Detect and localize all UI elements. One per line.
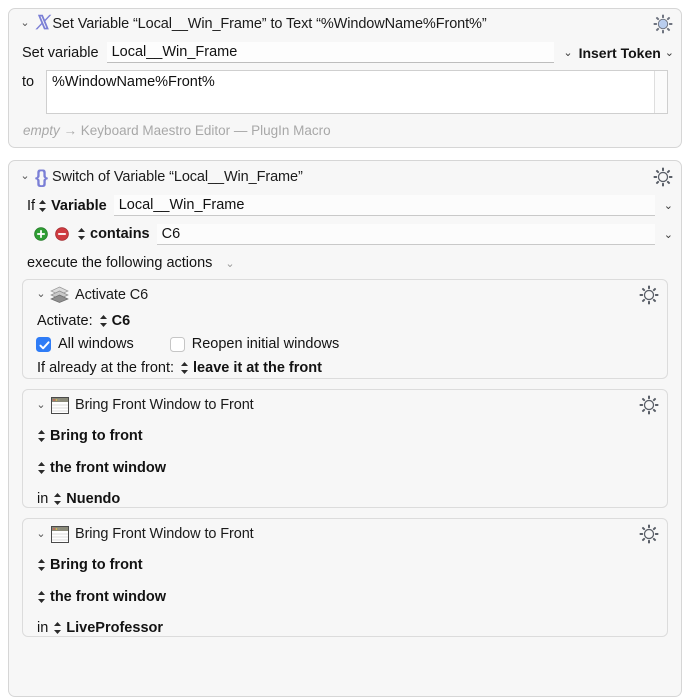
gear-icon[interactable] [639, 524, 659, 544]
activate-header[interactable]: ⌄ Activate C6 [23, 280, 667, 309]
chevron-down-icon[interactable]: ⌄ [563, 46, 572, 59]
already-front-value[interactable]: leave it at the front [193, 360, 322, 376]
bring-to-front-value[interactable]: Bring to front [50, 428, 143, 444]
status-empty-label: empty [23, 123, 60, 138]
switch-execute-row: execute the following actions ⌄ [9, 249, 681, 277]
switch-variable-input[interactable]: Local__Win_Frame [113, 195, 655, 216]
source-stepper[interactable] [38, 199, 47, 213]
remove-case-button[interactable] [55, 227, 69, 241]
execute-label: execute the following actions [27, 255, 213, 271]
variable-x-icon: 𝕏 [34, 13, 50, 34]
activate-target-stepper[interactable] [99, 314, 108, 328]
chevron-down-icon[interactable]: ⌄ [665, 46, 674, 59]
action-title: Set Variable “Local__Win_Frame” to Text … [52, 15, 487, 32]
bring-to-front-row: Bring to front [23, 420, 667, 451]
window-target-stepper[interactable] [37, 590, 46, 604]
switch-header[interactable]: ⌄ { } Switch of Variable “Local__Win_Fra… [9, 161, 681, 192]
in-label: in [37, 620, 49, 636]
activate-target-value[interactable]: C6 [112, 313, 131, 329]
window-icon [51, 396, 69, 414]
disclosure-triangle-icon[interactable]: ⌄ [17, 171, 33, 182]
all-windows-label[interactable]: All windows [58, 336, 134, 352]
gear-icon[interactable] [639, 285, 659, 305]
in-label: in [37, 491, 49, 507]
window-target-value[interactable]: the front window [50, 589, 166, 605]
already-front-row: If already at the front: leave it at the… [23, 356, 667, 380]
already-front-label: If already at the front: [37, 360, 175, 376]
disclosure-triangle-icon[interactable]: ⌄ [33, 289, 49, 300]
set-variable-header[interactable]: ⌄ 𝕏 Set Variable “Local__Win_Frame” to T… [9, 9, 681, 38]
if-label: If [27, 197, 36, 214]
set-variable-label: Set variable [22, 44, 99, 61]
bring-to-front-stepper[interactable] [37, 558, 46, 572]
gear-icon[interactable] [653, 167, 673, 187]
status-target: Keyboard Maestro Editor — PlugIn Macro [80, 123, 331, 138]
window-target-row: the front window [23, 451, 667, 484]
add-case-button[interactable] [34, 227, 48, 241]
all-windows-checkbox[interactable] [36, 336, 51, 352]
window-target-value[interactable]: the front window [50, 460, 166, 476]
set-variable-row: Set variable Local__Win_Frame ⌄ Insert T… [9, 38, 681, 67]
window-target-row: the front window [23, 580, 667, 613]
chevron-down-icon[interactable]: ⌄ [225, 257, 234, 270]
disclosure-triangle-icon[interactable]: ⌄ [17, 18, 33, 29]
action-title: Bring Front Window to Front [75, 397, 254, 413]
window-icon [51, 525, 69, 543]
application-stepper[interactable] [53, 492, 62, 506]
clipped-previous-action [0, 0, 690, 1]
operator-stepper[interactable] [77, 227, 86, 241]
bring-front-header[interactable]: ⌄ Bring Front Window to Front [23, 390, 667, 420]
activate-label: Activate: [37, 312, 93, 329]
action-set-variable[interactable]: ⌄ 𝕏 Set Variable “Local__Win_Frame” to T… [8, 8, 682, 148]
activate-target-row: Activate: C6 [23, 309, 667, 332]
source-type-label[interactable]: Variable [51, 198, 107, 214]
variable-name-input[interactable]: Local__Win_Frame [106, 42, 555, 63]
application-stepper[interactable] [53, 621, 62, 635]
application-row: in Nuendo [23, 484, 667, 514]
action-title: Switch of Variable “Local__Win_Frame” [52, 168, 303, 185]
action-bring-front-window-nuendo[interactable]: ⌄ Bring Front Window to Front Bring to f… [22, 389, 668, 508]
action-title: Activate C6 [75, 286, 149, 303]
disclosure-triangle-icon[interactable]: ⌄ [33, 528, 49, 540]
bring-to-front-stepper[interactable] [37, 429, 46, 443]
activate-options-row: All windows Reopen initial windows [23, 332, 667, 356]
macro-action-list: ⌄ 𝕏 Set Variable “Local__Win_Frame” to T… [0, 0, 690, 697]
already-front-stepper[interactable] [180, 361, 189, 375]
insert-token-button[interactable]: Insert Token [579, 45, 661, 61]
bring-to-front-row: Bring to front [23, 549, 667, 580]
disclosure-triangle-icon[interactable]: ⌄ [33, 399, 49, 411]
reopen-initial-windows-label[interactable]: Reopen initial windows [192, 336, 340, 352]
status-arrow-icon: → [63, 123, 78, 138]
application-row: in LiveProfessor [23, 613, 667, 643]
gear-icon[interactable] [639, 395, 659, 415]
to-value-textarea[interactable]: %WindowName%Front% [46, 70, 668, 114]
action-status-line: empty → Keyboard Maestro Editor — PlugIn… [9, 123, 681, 138]
activate-app-icon [50, 286, 69, 303]
action-bring-front-window-liveprofessor[interactable]: ⌄ Bring Front Window to Front Bring to f… [22, 518, 668, 637]
action-title: Bring Front Window to Front [75, 526, 254, 542]
chevron-down-icon[interactable]: ⌄ [664, 228, 673, 241]
bring-front-header[interactable]: ⌄ Bring Front Window to Front [23, 519, 667, 549]
operator-label[interactable]: contains [90, 226, 150, 242]
to-value-text[interactable]: %WindowName%Front% [47, 71, 654, 113]
action-activate-app[interactable]: ⌄ Activate C6 Activate: C6 All windows R… [22, 279, 668, 379]
window-target-stepper[interactable] [37, 461, 46, 475]
switch-condition-row: contains C6 ⌄ [9, 219, 681, 249]
condition-value-input[interactable]: C6 [156, 223, 655, 245]
application-value[interactable]: Nuendo [66, 491, 120, 507]
switch-if-row: If Variable Local__Win_Frame ⌄ [9, 192, 681, 219]
braces-icon: { } [35, 166, 48, 187]
gear-icon[interactable] [653, 14, 673, 34]
application-value[interactable]: LiveProfessor [66, 620, 163, 636]
reopen-initial-windows-checkbox[interactable] [169, 336, 185, 352]
chevron-down-icon[interactable]: ⌄ [664, 199, 673, 212]
bring-to-front-value[interactable]: Bring to front [50, 557, 143, 573]
to-value-row: to %WindowName%Front% [9, 70, 681, 114]
action-switch-of-variable[interactable]: ⌄ { } Switch of Variable “Local__Win_Fra… [8, 160, 682, 697]
textarea-scrollbar[interactable] [654, 71, 667, 113]
to-label: to [22, 74, 35, 90]
